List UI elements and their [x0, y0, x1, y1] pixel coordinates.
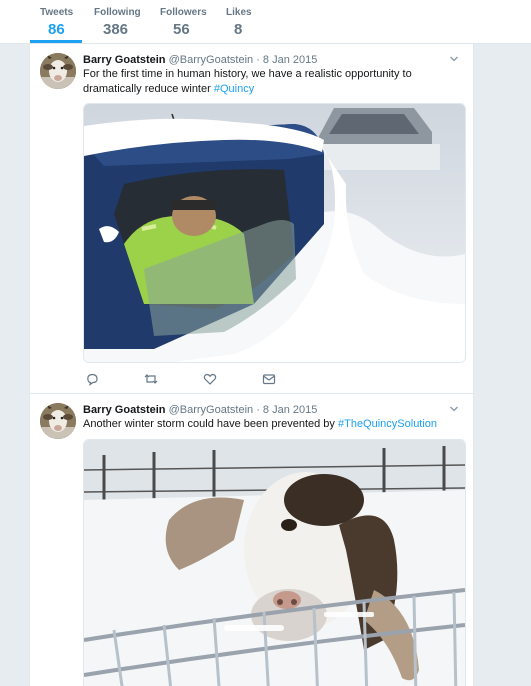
tweet-date[interactable]: 8 Jan 2015 [263, 404, 317, 416]
snowy-car-photo [84, 104, 465, 362]
stat-likes-label: Likes [226, 7, 252, 18]
author-name[interactable]: Barry Goatstein [83, 404, 166, 416]
author-handle[interactable]: @BarryGoatstein [169, 54, 254, 66]
stat-following-label: Following [94, 7, 141, 18]
author-name[interactable]: Barry Goatstein [83, 54, 166, 66]
reply-icon[interactable] [85, 372, 99, 386]
active-tab-indicator [30, 40, 82, 43]
chevron-down-icon[interactable] [449, 54, 459, 64]
tweet-header: Barry Goatstein @BarryGoatstein · 8 Jan … [83, 403, 317, 417]
tweet-timeline: Barry Goatstein @BarryGoatstein · 8 Jan … [29, 44, 474, 686]
tweet-date-separator: · [256, 54, 260, 66]
author-handle[interactable]: @BarryGoatstein [169, 404, 254, 416]
tweet-body: Another winter storm could have been pre… [83, 418, 338, 430]
tweet-actions [85, 372, 305, 386]
stat-followers-label: Followers [160, 7, 207, 18]
tweet-text: Another winter storm could have been pre… [83, 417, 453, 432]
retweet-icon[interactable] [144, 372, 158, 386]
stat-likes-count: 8 [234, 21, 243, 38]
tweet-media-image[interactable] [83, 439, 466, 686]
hashtag-link[interactable]: #Quincy [214, 83, 254, 95]
goat-fence-photo [84, 440, 465, 686]
stat-tweets[interactable]: Tweets 86 [40, 7, 73, 40]
stat-following[interactable]: Following 386 [94, 7, 141, 40]
profile-stats-bar: Tweets 86 Following 386 Followers 56 Lik… [0, 0, 531, 44]
tweet-date[interactable]: 8 Jan 2015 [263, 54, 317, 66]
tweet[interactable]: Barry Goatstein @BarryGoatstein · 8 Jan … [30, 394, 473, 686]
tweet-header: Barry Goatstein @BarryGoatstein · 8 Jan … [83, 53, 317, 67]
stat-following-count: 386 [103, 21, 129, 38]
hashtag-link[interactable]: #TheQuincySolution [338, 418, 437, 430]
avatar[interactable] [40, 53, 76, 89]
chevron-down-icon[interactable] [449, 404, 459, 414]
tweet-text: For the first time in human history, we … [83, 67, 453, 97]
tweet-media-image[interactable] [83, 103, 466, 363]
stat-tweets-count: 86 [48, 21, 65, 38]
avatar[interactable] [40, 403, 76, 439]
goat-avatar-icon [40, 53, 76, 89]
goat-avatar-icon [40, 403, 76, 439]
like-icon[interactable] [203, 372, 217, 386]
stat-likes[interactable]: Likes 8 [226, 7, 252, 40]
stat-tweets-label: Tweets [40, 7, 74, 18]
tweet[interactable]: Barry Goatstein @BarryGoatstein · 8 Jan … [30, 44, 473, 394]
message-icon[interactable] [262, 372, 276, 386]
tweet-date-separator: · [256, 404, 260, 416]
stat-followers[interactable]: Followers 56 [160, 7, 207, 40]
stat-followers-count: 56 [173, 21, 190, 38]
